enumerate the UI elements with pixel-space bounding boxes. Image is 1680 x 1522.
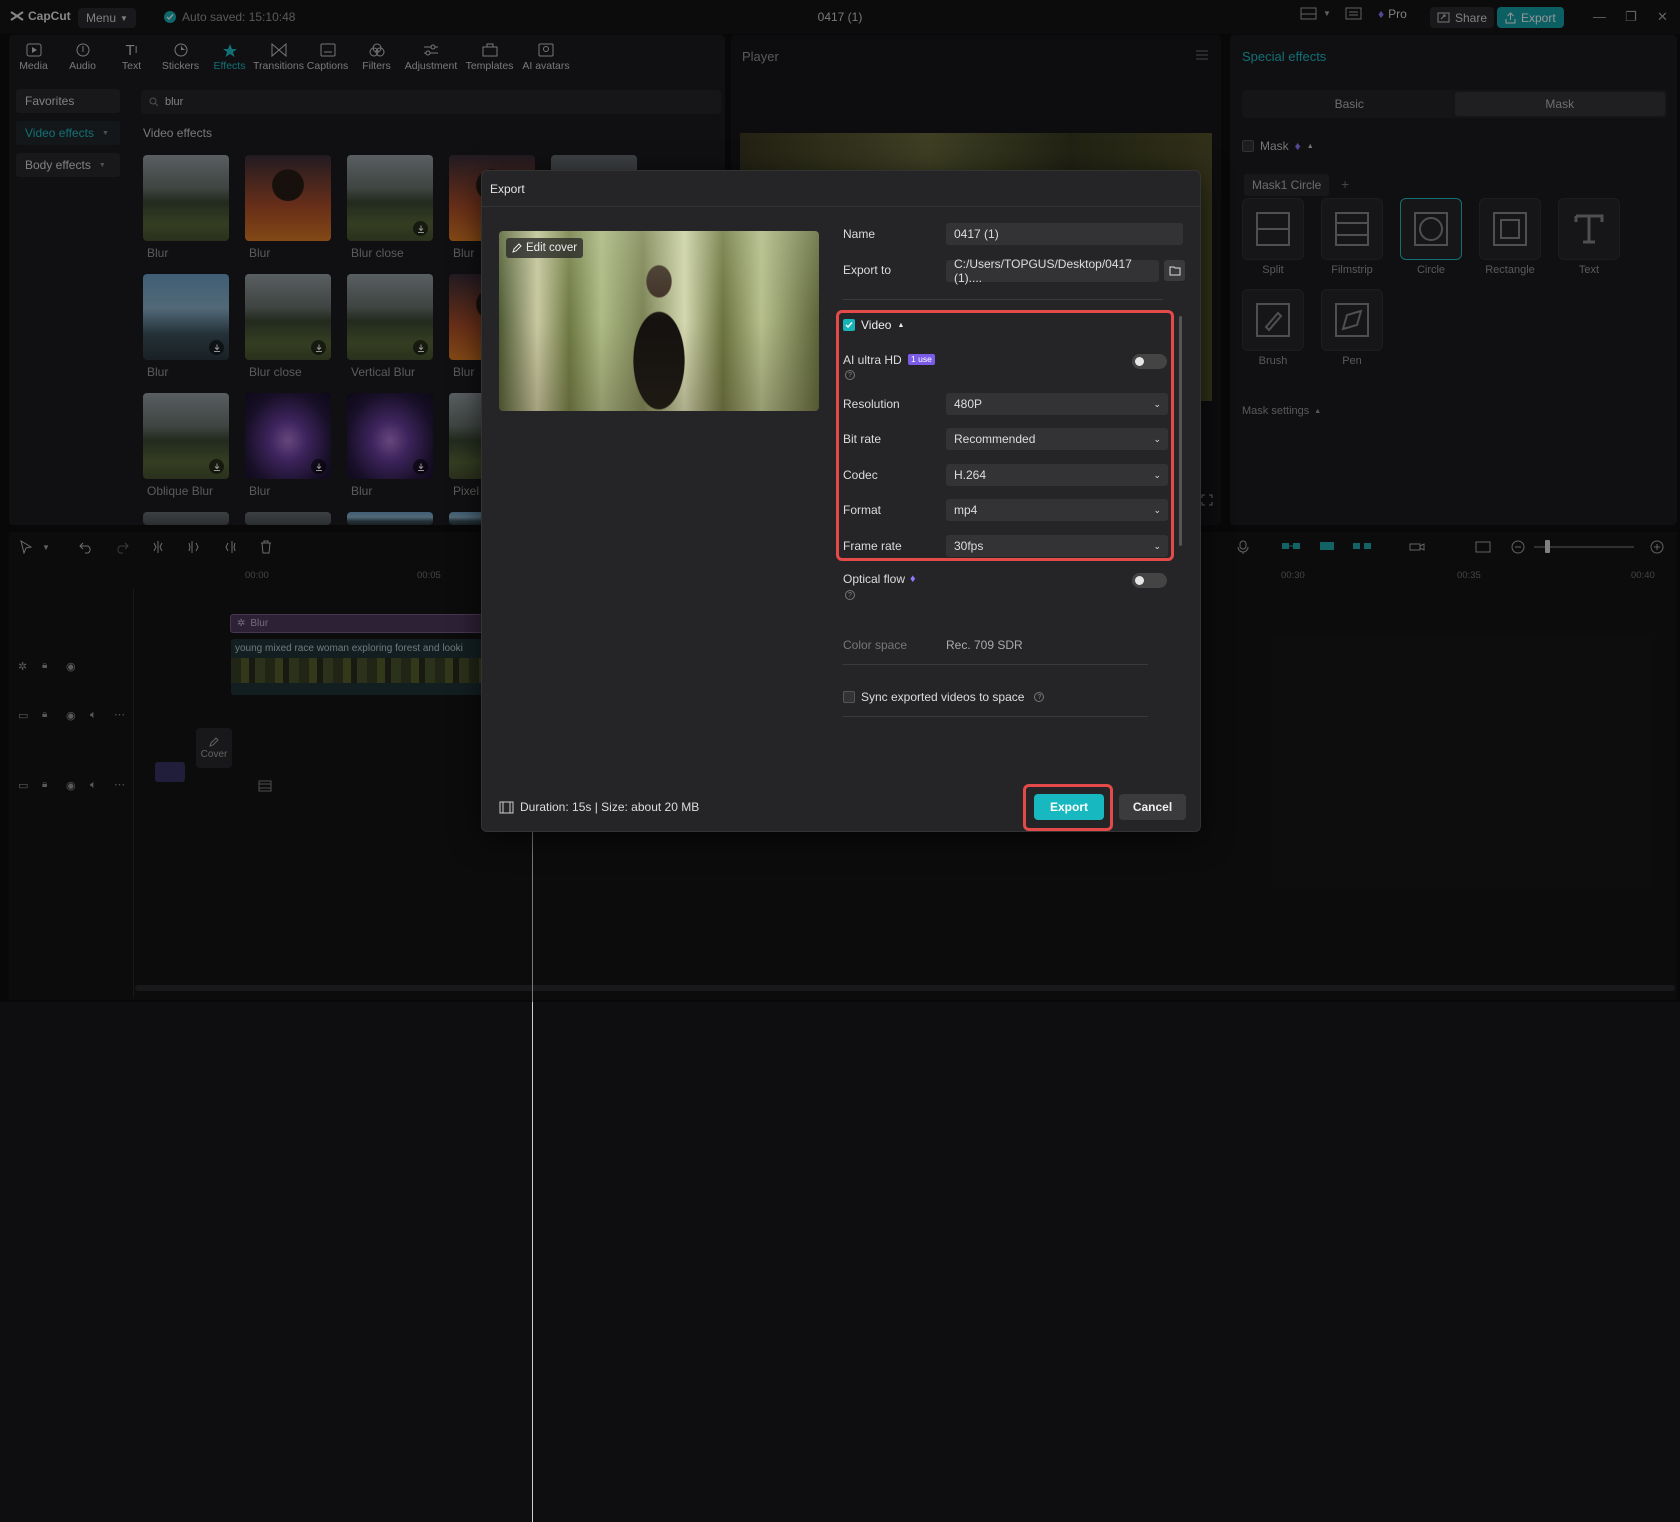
divider <box>843 716 1148 717</box>
resolution-value: 480P <box>954 397 983 411</box>
resolution-label: Resolution <box>843 397 900 411</box>
optical-flow-toggle[interactable] <box>1132 573 1167 588</box>
video-checkbox[interactable] <box>843 319 855 331</box>
optical-flow-label: Optical flow <box>843 572 906 586</box>
divider <box>843 299 1163 300</box>
divider <box>482 206 1200 207</box>
sync-checkbox[interactable] <box>843 691 855 703</box>
divider <box>843 664 1148 665</box>
dialog-title: Export <box>490 182 525 196</box>
sync-label: Sync exported videos to space <box>861 690 1025 704</box>
ai-hd-badge: 1 use <box>908 354 935 365</box>
framerate-label: Frame rate <box>843 539 902 553</box>
framerate-value: 30fps <box>954 539 984 553</box>
chevron-up-icon: ▲ <box>897 321 905 329</box>
bitrate-value: Recommended <box>954 432 1036 446</box>
folder-icon <box>1169 266 1180 275</box>
chevron-down-icon: ⌄ <box>1153 540 1161 551</box>
framerate-select[interactable]: 30fps ⌄ <box>946 535 1168 557</box>
cancel-button[interactable]: Cancel <box>1119 794 1186 820</box>
help-icon[interactable]: ? <box>1034 692 1045 702</box>
format-label: Format <box>843 503 882 517</box>
ai-hd-label: AI ultra HD <box>843 353 902 367</box>
video-label: Video <box>861 318 892 332</box>
pencil-icon <box>512 243 522 253</box>
name-input[interactable]: 0417 (1) <box>946 223 1183 245</box>
chevron-down-icon: ⌄ <box>1153 398 1161 409</box>
chevron-down-icon: ⌄ <box>1153 433 1161 444</box>
diamond-icon: ♦ <box>910 573 916 585</box>
bitrate-select[interactable]: Recommended ⌄ <box>946 428 1168 450</box>
help-icon[interactable]: ? <box>845 370 855 380</box>
export-path-input[interactable]: C:/Users/TOPGUS/Desktop/0417 (1).... <box>946 257 1159 285</box>
export-button[interactable]: Export <box>1034 794 1104 820</box>
codec-label: Codec <box>843 468 878 482</box>
bitrate-label: Bit rate <box>843 432 882 446</box>
edit-cover-label: Edit cover <box>526 242 578 254</box>
name-label: Name <box>843 227 876 241</box>
format-value: mp4 <box>954 503 978 517</box>
film-icon <box>499 801 514 813</box>
format-select[interactable]: mp4 ⌄ <box>946 499 1168 521</box>
sync-row[interactable]: Sync exported videos to space ? <box>843 690 1045 704</box>
export-info: Duration: 15s | Size: about 20 MB <box>499 800 699 814</box>
help-icon[interactable]: ? <box>845 590 855 600</box>
video-section-header[interactable]: Video ▲ <box>843 318 904 332</box>
name-value: 0417 (1) <box>954 227 999 241</box>
ai-hd-toggle[interactable] <box>1132 354 1167 369</box>
edit-cover-button[interactable]: Edit cover <box>506 238 584 258</box>
colorspace-value: Rec. 709 SDR <box>946 638 1023 652</box>
ai-hd-row: AI ultra HD 1 use <box>843 353 935 367</box>
optical-flow-row: Optical flow ♦ <box>843 572 916 586</box>
cover-preview[interactable]: Edit cover <box>499 231 819 411</box>
chevron-down-icon: ⌄ <box>1153 504 1161 515</box>
codec-value: H.264 <box>954 468 987 482</box>
chevron-down-icon: ⌄ <box>1153 469 1161 480</box>
codec-select[interactable]: H.264 ⌄ <box>946 464 1168 486</box>
colorspace-label: Color space <box>843 638 908 652</box>
settings-scrollbar[interactable] <box>1179 316 1182 546</box>
export-dialog: Export Edit cover Name 0417 (1) Export t… <box>481 170 1201 832</box>
export-path-value: C:/Users/TOPGUS/Desktop/0417 (1).... <box>954 257 1132 285</box>
resolution-select[interactable]: 480P ⌄ <box>946 393 1168 415</box>
folder-button[interactable] <box>1164 260 1185 281</box>
export-info-text: Duration: 15s | Size: about 20 MB <box>520 800 700 814</box>
export-to-label: Export to <box>843 263 892 277</box>
